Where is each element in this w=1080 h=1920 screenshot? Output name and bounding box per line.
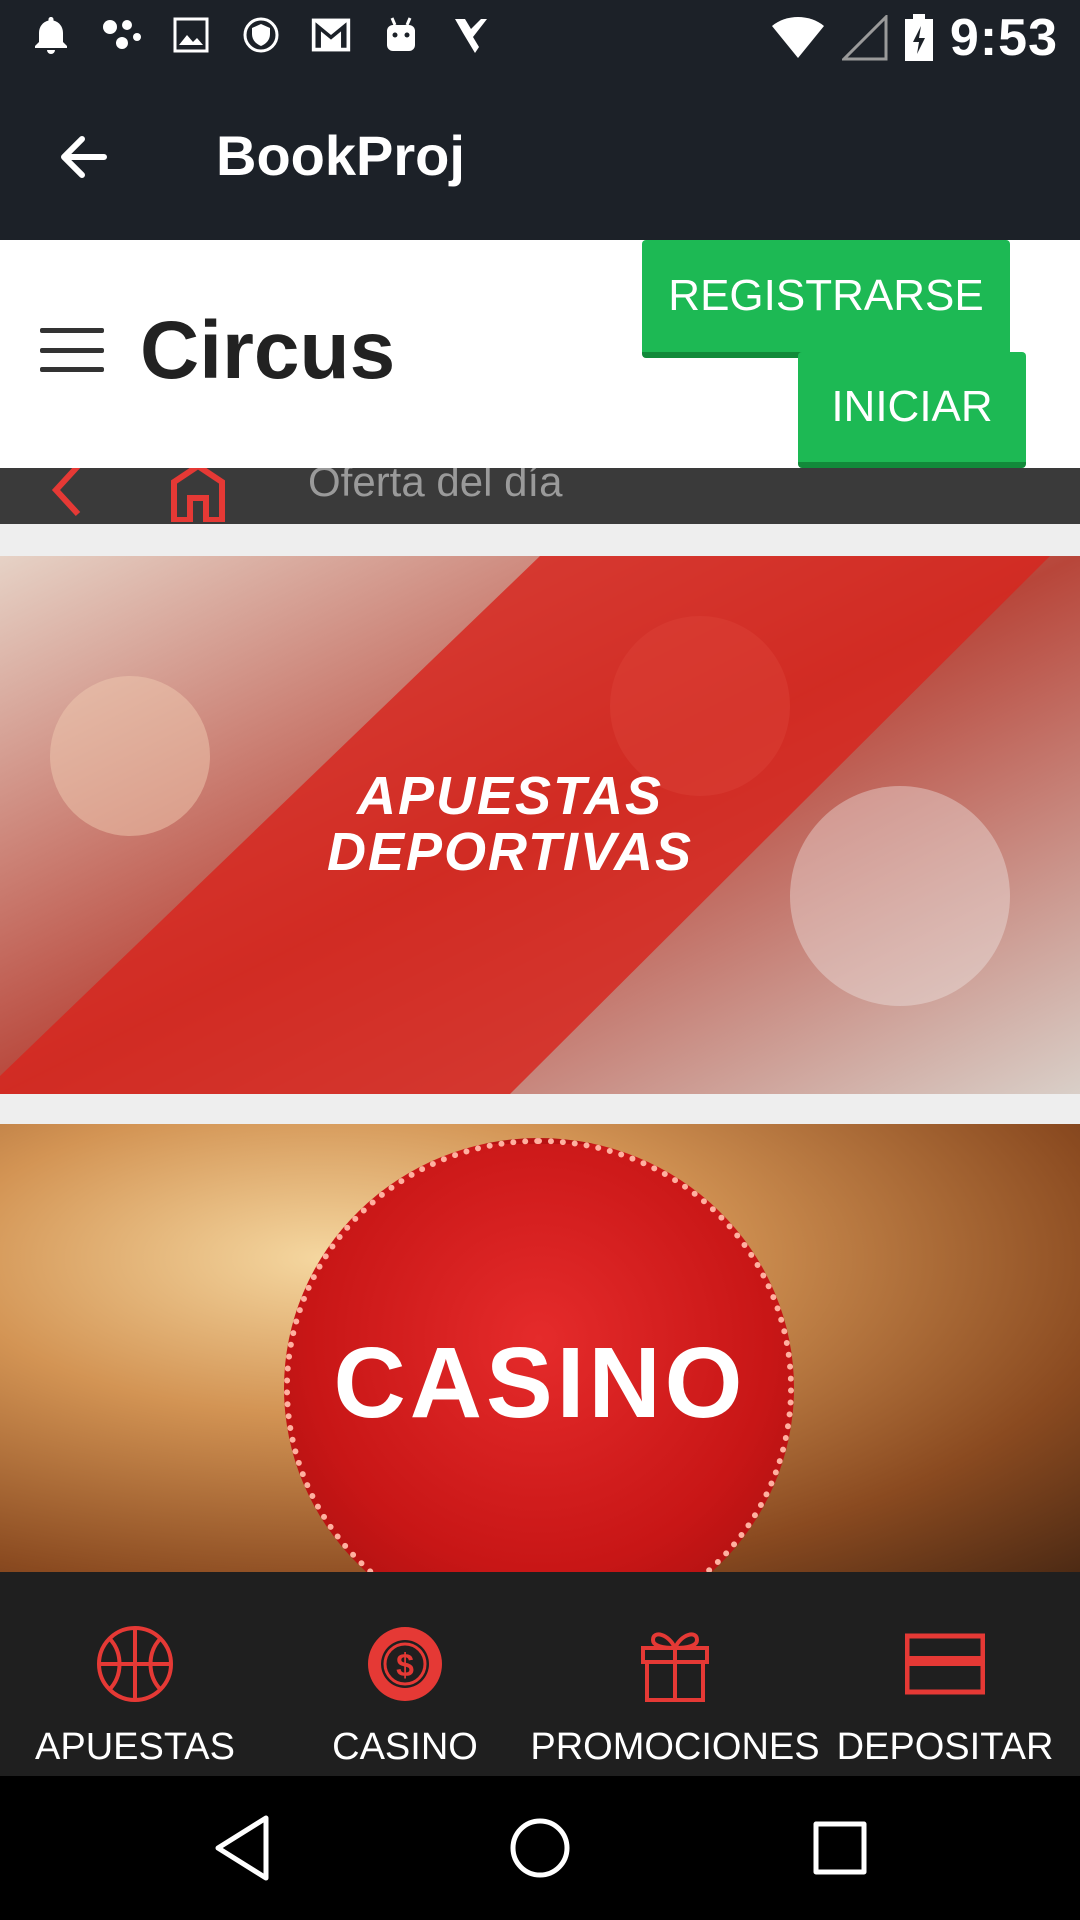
- image-icon: [170, 14, 212, 56]
- subnav-bar: Oferta del día: [0, 468, 1080, 524]
- tab-label: APUESTAS: [35, 1726, 235, 1768]
- bottom-nav: APUESTAS $ CASINO PROMOCIONES DEPOSITAR: [0, 1572, 1080, 1776]
- android-icon: [380, 14, 422, 56]
- shield-icon: [240, 14, 282, 56]
- status-time: 9:53: [949, 9, 1058, 67]
- wifi-icon: [771, 17, 824, 58]
- app-icon: [100, 14, 142, 56]
- back-triangle-icon[interactable]: [212, 1814, 272, 1887]
- battery-charging-icon: [904, 14, 933, 61]
- arrow-left-icon[interactable]: [52, 125, 116, 189]
- gift-icon: [635, 1624, 715, 1704]
- status-right: 9:53: [770, 8, 1058, 68]
- tab-apuestas[interactable]: APUESTAS: [0, 1572, 270, 1776]
- check-icon: [450, 14, 492, 56]
- home-icon[interactable]: [168, 468, 228, 524]
- login-button[interactable]: INICIAR: [798, 352, 1026, 468]
- app-bar: BookProj: [0, 75, 1080, 240]
- tab-promociones[interactable]: PROMOCIONES: [530, 1572, 820, 1776]
- sports-betting-banner[interactable]: APUESTAS DEPORTIVAS: [0, 556, 1080, 1094]
- menu-icon[interactable]: [40, 328, 104, 372]
- system-nav-bar: [0, 1776, 1080, 1920]
- casino-title: CASINO: [333, 1327, 747, 1439]
- gmail-icon: [310, 14, 352, 56]
- circus-logo[interactable]: Circus: [140, 305, 410, 396]
- site-header: Circus REGISTRARSE INICIAR: [0, 240, 1080, 468]
- sports-title: APUESTAS DEPORTIVAS: [326, 766, 694, 882]
- card-icon: [904, 1624, 986, 1704]
- app-title: BookProj: [216, 124, 465, 187]
- recents-square-icon[interactable]: [810, 1814, 870, 1887]
- tab-label: CASINO: [332, 1726, 478, 1768]
- notification-bell-icon: [30, 14, 72, 56]
- home-circle-icon[interactable]: [508, 1814, 572, 1887]
- notification-icons: [30, 14, 492, 56]
- chevron-left-icon[interactable]: [48, 468, 88, 524]
- svg-text:$: $: [396, 1647, 414, 1683]
- svg-text:Circus: Circus: [140, 306, 395, 396]
- basketball-icon: [95, 1624, 175, 1704]
- tab-label: PROMOCIONES: [530, 1726, 820, 1768]
- subnav-title: Oferta del día: [308, 468, 563, 505]
- tab-depositar[interactable]: DEPOSITAR: [810, 1572, 1080, 1776]
- tab-label: DEPOSITAR: [836, 1726, 1054, 1768]
- casino-banner[interactable]: CASINO: [0, 1124, 1080, 1572]
- tab-casino[interactable]: $ CASINO: [270, 1572, 540, 1776]
- signal-icon: [841, 15, 888, 61]
- casino-chip-icon: $: [365, 1624, 445, 1704]
- register-button[interactable]: REGISTRARSE: [642, 240, 1010, 358]
- status-bar: 9:53: [0, 0, 1080, 75]
